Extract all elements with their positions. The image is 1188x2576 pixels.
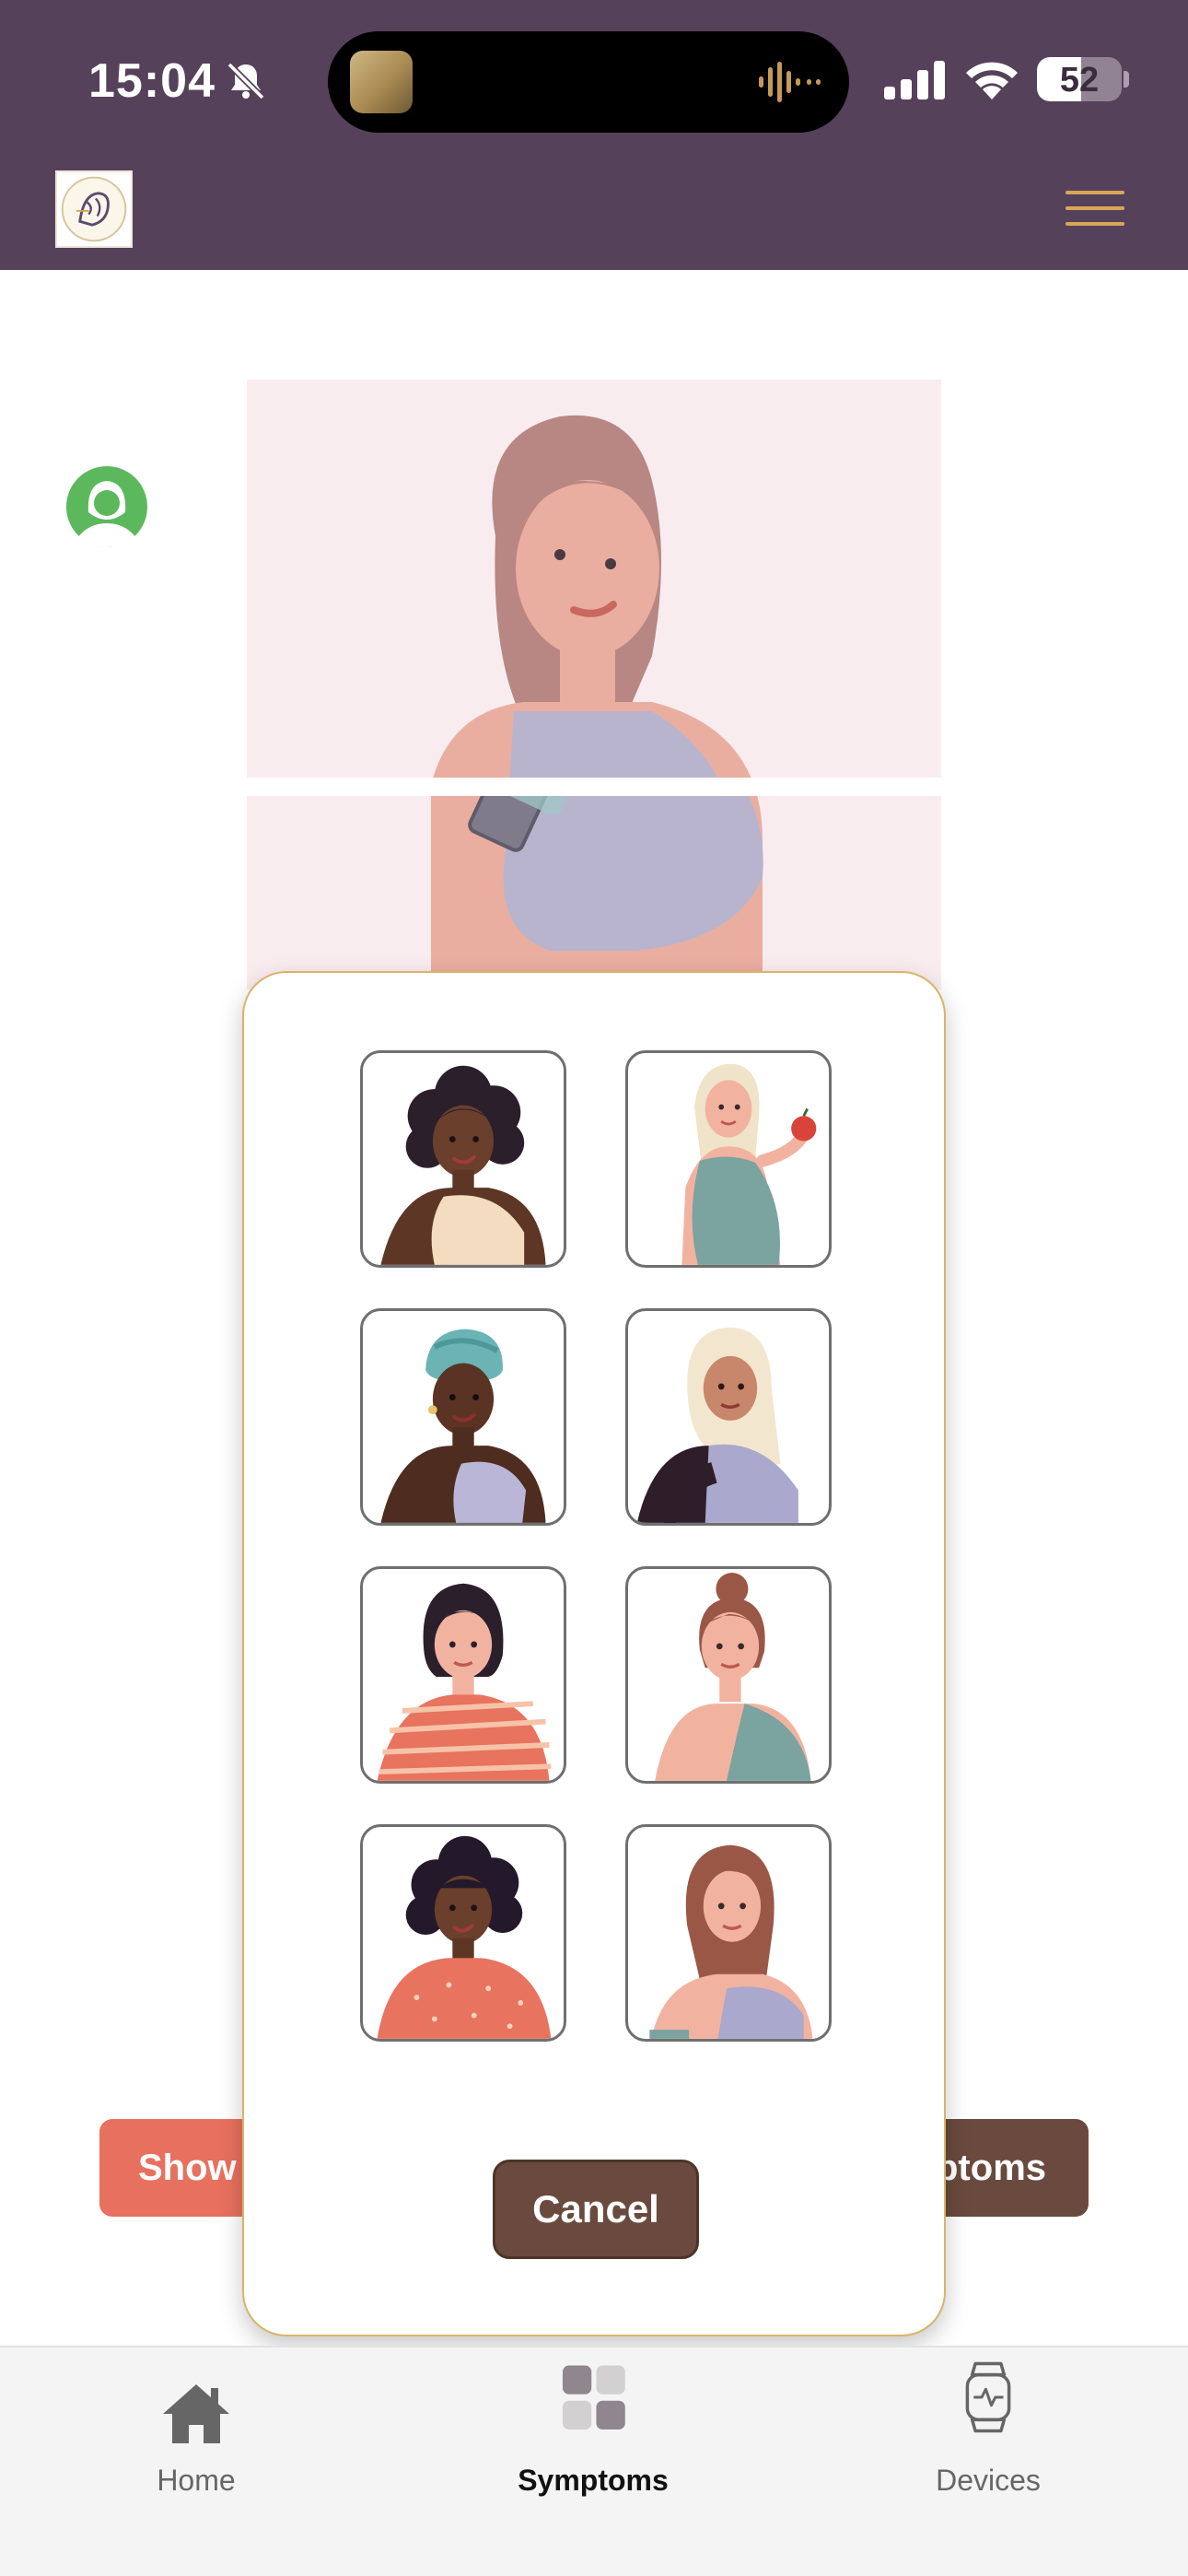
woman-curly-orange-top-avatar [377,1835,552,2039]
bell-slash-icon [227,62,265,100]
signal-icon [884,61,945,100]
woman-hijab-avatar [636,1327,798,1523]
avatar-option-6[interactable] [625,1566,832,1784]
tab-devices-label: Devices [936,2464,1041,2497]
avatar-option-1[interactable] [360,1050,566,1268]
avatar-option-7[interactable] [360,1824,566,2042]
woman-short-bob-avatar [377,1583,552,1781]
status-time: 15:04 [88,54,215,108]
top-bar: 15:04 52 [0,0,1188,270]
wifi-icon [966,62,1018,100]
pregnant-woman-apple-avatar [681,1063,817,1265]
woman-long-hair-avatar [649,1844,813,2039]
battery-indicator: 52 [1037,57,1122,101]
home-icon [163,2384,229,2443]
avatar-grid [360,1050,832,2042]
avatar-picker-modal: Cancel [242,971,946,2336]
woman-curly-hair-avatar [380,1065,546,1265]
dynamic-island[interactable] [328,31,849,133]
bottom-tab-bar: Home Symptoms Devices [0,2346,1188,2576]
app-logo-icon [61,176,127,242]
hamburger-menu-icon[interactable] [1066,191,1124,226]
tab-home-label: Home [157,2464,236,2497]
woman-fitness-illustration [433,415,751,778]
avatar-option-5[interactable] [360,1566,566,1784]
cancel-button[interactable]: Cancel [493,2160,699,2259]
hero-illustration-top [247,380,941,778]
woman-turban-avatar [380,1329,546,1523]
avatar-option-4[interactable] [625,1308,832,1526]
smartwatch-icon [965,2361,1011,2433]
user-avatar-icon[interactable] [66,466,147,547]
app-logo[interactable] [55,170,133,248]
tab-symptoms-label: Symptoms [518,2464,669,2497]
audio-wave-icon [759,62,821,102]
woman-fitness-illustration-lower [431,796,763,989]
battery-percent: 52 [1059,61,1100,100]
hero-illustration-bottom [247,796,941,989]
avatar-option-8[interactable] [625,1824,832,2042]
battery-tip [1124,71,1129,88]
avatar-option-2[interactable] [625,1050,832,1268]
symptoms-button-label: ptoms [936,2147,1046,2188]
woman-hair-bun-avatar [655,1573,811,1781]
tab-symptoms[interactable]: Symptoms [473,2348,713,2532]
now-playing-artwork [350,51,413,113]
show-button-label: Show [138,2147,237,2188]
avatar-option-3[interactable] [360,1308,566,1526]
tab-devices[interactable]: Devices [868,2348,1108,2532]
grid-icon [562,2365,625,2430]
tab-home[interactable]: Home [76,2348,316,2532]
